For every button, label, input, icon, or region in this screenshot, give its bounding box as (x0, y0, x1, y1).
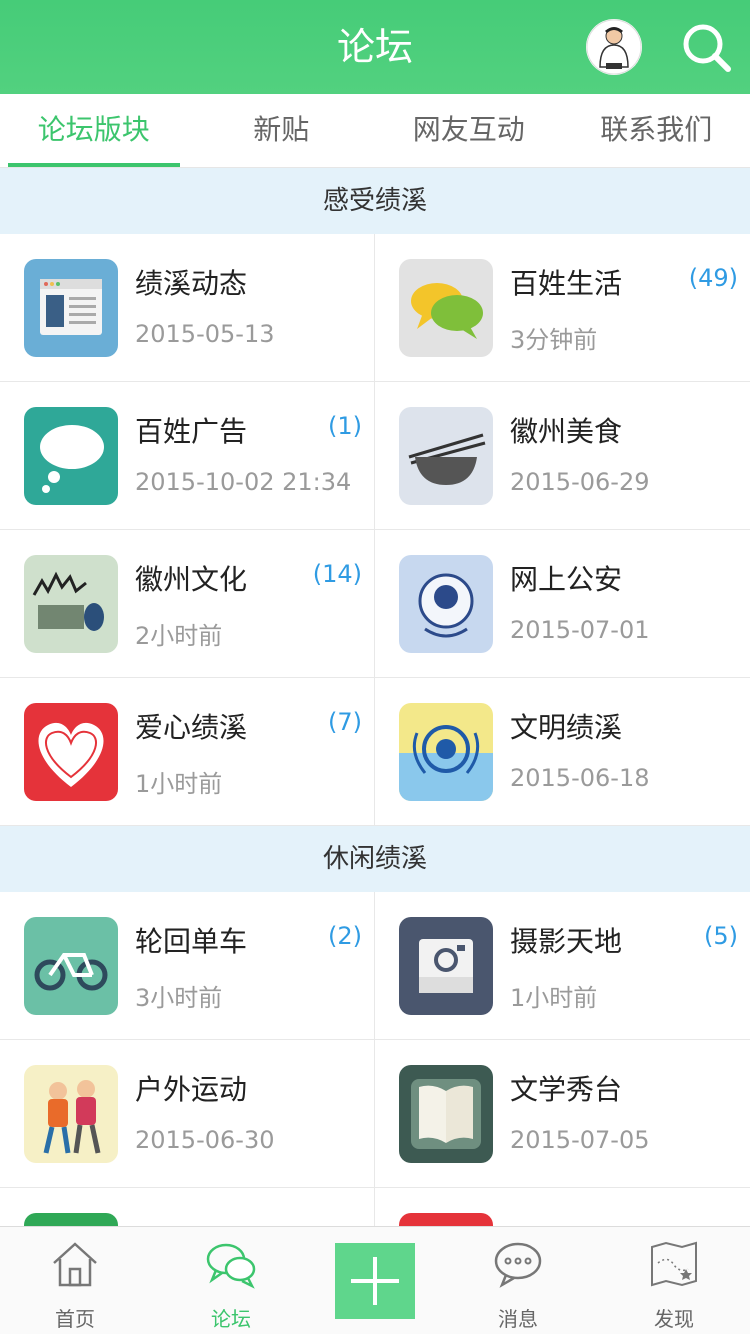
forum-board-item[interactable]: 网上公安 2015-07-01 (375, 530, 750, 678)
forum-board-item[interactable]: 绩溪动态 2015-05-13 (0, 234, 375, 382)
board-updated: 2小时前 (135, 622, 223, 650)
section-header: 感受绩溪 (0, 168, 750, 234)
forum-bubbles-icon (206, 1243, 256, 1289)
board-name: 爱心绩溪 (135, 711, 248, 744)
bowl-chopsticks-icon (399, 407, 493, 505)
forum-board-item[interactable]: 百姓生活 3分钟前 (49) (375, 234, 750, 382)
board-count: (49) (688, 264, 738, 292)
nav-home[interactable]: 首页 (0, 1227, 150, 1334)
forum-board-item[interactable]: 徽州美食 2015-06-29 (375, 382, 750, 530)
forum-board-item[interactable]: 文明绩溪 2015-06-18 (375, 678, 750, 826)
heart-icon (24, 703, 118, 801)
board-count: (14) (312, 560, 362, 588)
camera-icon (399, 917, 493, 1015)
board-name: 轮回单车 (135, 925, 248, 958)
bicycle-icon (24, 917, 118, 1015)
board-updated: 2015-07-05 (510, 1126, 650, 1154)
tab-new-posts[interactable]: 新贴 (188, 94, 376, 167)
forum-board-item[interactable]: 户外运动 2015-06-30 (0, 1040, 375, 1188)
board-updated: 2015-05-13 (135, 320, 275, 348)
forum-board-item[interactable]: 摄影天地 1小时前 (5) (375, 892, 750, 1040)
board-count: (7) (328, 708, 362, 736)
bottom-nav: 首页 论坛 消息 发现 (0, 1226, 750, 1334)
forum-board-item[interactable]: 徽州文化 2小时前 (14) (0, 530, 375, 678)
map-star-icon (651, 1241, 697, 1287)
board-updated: 1小时前 (135, 770, 223, 798)
speech-cloud-icon (24, 407, 118, 505)
tab-bar: 论坛版块 新贴 网友互动 联系我们 (0, 94, 750, 168)
board-count: (5) (704, 922, 738, 950)
nav-label: 首页 (55, 1307, 95, 1331)
board-name: 徽州文化 (135, 563, 248, 596)
open-book-icon (399, 1065, 493, 1163)
board-updated: 1小时前 (510, 984, 598, 1012)
tab-forum-sections[interactable]: 论坛版块 (0, 94, 188, 167)
message-icon (494, 1242, 542, 1288)
board-updated: 2015-07-01 (510, 616, 650, 644)
board-name: 绩溪动态 (135, 267, 248, 300)
board-updated: 3分钟前 (510, 326, 598, 354)
nav-forum[interactable]: 论坛 (156, 1227, 306, 1334)
post-button[interactable] (335, 1243, 415, 1319)
board-count: (2) (328, 922, 362, 950)
news-page-icon (24, 259, 118, 357)
nav-messages[interactable]: 消息 (443, 1227, 593, 1334)
forum-board-item[interactable]: 轮回单车 3小时前 (2) (0, 892, 375, 1040)
plus-icon (351, 1257, 399, 1305)
board-name: 网上公安 (510, 563, 623, 596)
tab-interaction[interactable]: 网友互动 (375, 94, 563, 167)
board-name: 文明绩溪 (510, 711, 623, 744)
board-count: (1) (328, 412, 362, 440)
section-header: 休闲绩溪 (0, 826, 750, 892)
forum-board-item[interactable]: 百姓广告 2015-10-02 21:34 (1) (0, 382, 375, 530)
nav-label: 论坛 (211, 1307, 251, 1331)
board-updated: 2015-06-30 (135, 1126, 275, 1154)
top-bar: 论坛 (0, 0, 750, 94)
board-updated: 2015-06-29 (510, 468, 650, 496)
nav-label: 发现 (654, 1307, 694, 1331)
forum-board-item[interactable]: 文学秀台 2015-07-05 (375, 1040, 750, 1188)
board-updated: 3小时前 (135, 984, 223, 1012)
board-name: 摄影天地 (510, 925, 623, 958)
tab-contact-us[interactable]: 联系我们 (563, 94, 750, 167)
board-name: 文学秀台 (510, 1073, 623, 1106)
board-updated: 2015-06-18 (510, 764, 650, 792)
board-updated: 2015-10-02 21:34 (135, 468, 352, 496)
nav-discover[interactable]: 发现 (599, 1227, 749, 1334)
hikers-icon (24, 1065, 118, 1163)
board-name: 徽州美食 (510, 415, 623, 448)
board-name: 百姓生活 (510, 267, 623, 300)
home-icon (53, 1242, 97, 1287)
nav-label: 消息 (498, 1307, 538, 1331)
avatar[interactable] (586, 19, 642, 75)
forum-board-item[interactable]: 爱心绩溪 1小时前 (7) (0, 678, 375, 826)
board-name: 户外运动 (135, 1073, 248, 1106)
search-icon[interactable] (680, 21, 732, 73)
civility-emblem-icon (399, 703, 493, 801)
chat-bubbles-icon (399, 259, 493, 357)
police-badge-icon (399, 555, 493, 653)
hui-culture-icon (24, 555, 118, 653)
board-name: 百姓广告 (135, 415, 248, 448)
